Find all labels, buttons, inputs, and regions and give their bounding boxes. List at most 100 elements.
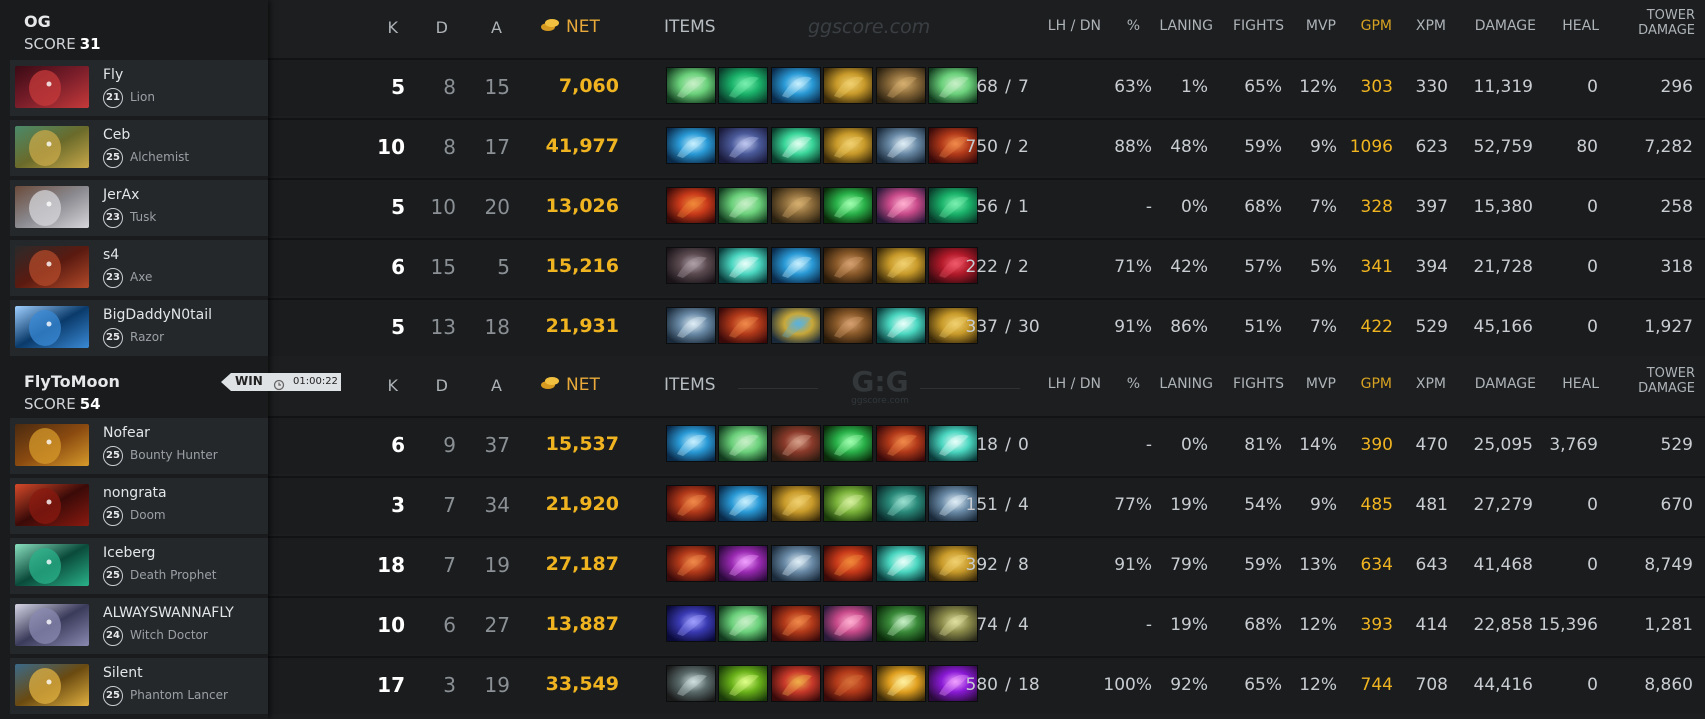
- ring-item-icon[interactable]: [770, 307, 821, 344]
- seed-item-icon[interactable]: [823, 485, 874, 522]
- staff-item-icon[interactable]: [666, 67, 716, 104]
- helm-item-icon[interactable]: [875, 247, 926, 284]
- last-hits: 151: [965, 495, 998, 515]
- spiky-item-icon[interactable]: [666, 247, 716, 284]
- skull-item-icon[interactable]: [666, 307, 716, 344]
- player-card[interactable]: nongrata 25 Doom: [10, 478, 268, 534]
- laning: 92%: [1170, 675, 1208, 695]
- hero-name: Doom: [130, 508, 166, 522]
- orb-red-item-icon[interactable]: [666, 187, 716, 224]
- sphere-item-icon[interactable]: [718, 545, 769, 582]
- blade-item-icon[interactable]: [770, 67, 821, 104]
- player-name[interactable]: BigDaddyN0tail: [103, 307, 212, 323]
- net-worth: 13,026: [545, 195, 619, 217]
- skull-item-icon[interactable]: [770, 545, 821, 582]
- player-name[interactable]: JerAx: [103, 187, 139, 203]
- hero-level-badge: 25: [103, 566, 123, 586]
- col-header-laning: LANING: [1159, 18, 1213, 34]
- player-name[interactable]: Fly: [103, 67, 123, 83]
- player-name[interactable]: ALWAYSWANNAFLY: [103, 605, 234, 621]
- staff-item-icon[interactable]: [718, 605, 769, 642]
- helm-item-icon[interactable]: [823, 67, 874, 104]
- net-worth: 41,977: [545, 135, 619, 157]
- hero-portrait: [15, 424, 89, 466]
- lotus-item-icon[interactable]: [823, 605, 874, 642]
- kills: 18: [377, 553, 405, 577]
- dragon-item-icon[interactable]: [770, 665, 821, 702]
- scepter-item-icon[interactable]: [875, 665, 926, 702]
- boots-green-item-icon[interactable]: [718, 67, 769, 104]
- xpm: 394: [1415, 257, 1448, 277]
- player-card[interactable]: Ceb 25 Alchemist: [10, 120, 268, 176]
- armor-item-icon[interactable]: [875, 485, 926, 522]
- player-card[interactable]: s4 23 Axe: [10, 240, 268, 296]
- slash: /: [1005, 435, 1011, 455]
- blade-item-icon[interactable]: [770, 247, 821, 284]
- staff-item-icon[interactable]: [718, 187, 769, 224]
- cloak-item-icon[interactable]: [666, 605, 716, 642]
- wind-item-icon[interactable]: [718, 247, 769, 284]
- player-card[interactable]: BigDaddyN0tail 25 Razor: [10, 300, 268, 356]
- boots-brown-item-icon[interactable]: [823, 247, 874, 284]
- deaths: 3: [443, 673, 456, 697]
- hero-portrait: [15, 186, 89, 228]
- player-card[interactable]: Nofear 25 Bounty Hunter: [10, 418, 268, 474]
- moon-item-icon[interactable]: [718, 127, 769, 164]
- helm-item-icon[interactable]: [770, 485, 821, 522]
- skull-item-icon[interactable]: [875, 127, 926, 164]
- hero-name: Alchemist: [130, 150, 190, 164]
- orb-green-item-icon[interactable]: [823, 425, 874, 462]
- blade-item-icon[interactable]: [666, 425, 716, 462]
- fights: 65%: [1244, 675, 1282, 695]
- player-card[interactable]: ALWAYSWANNAFLY 24 Witch Doctor: [10, 598, 268, 654]
- claw-item-icon[interactable]: [666, 485, 716, 522]
- beetle-item-icon[interactable]: [823, 665, 874, 702]
- assists: 17: [484, 135, 510, 159]
- shard-item-icon[interactable]: [770, 127, 821, 164]
- boots-brown-item-icon[interactable]: [823, 307, 874, 344]
- orb-red-item-icon[interactable]: [823, 545, 874, 582]
- denies: 30: [1018, 317, 1040, 337]
- player-name[interactable]: nongrata: [103, 485, 167, 501]
- mask-item-icon[interactable]: [770, 425, 821, 462]
- kills: 6: [391, 255, 405, 279]
- wand-item-icon[interactable]: [875, 605, 926, 642]
- scroll-item-icon[interactable]: [875, 67, 926, 104]
- helm-item-icon[interactable]: [823, 127, 874, 164]
- match-result-badge: WIN 01:00:22: [221, 373, 341, 391]
- gpm: 744: [1360, 675, 1393, 695]
- wind-item-icon[interactable]: [875, 307, 926, 344]
- deaths: 8: [443, 135, 456, 159]
- player-card[interactable]: Fly 21 Lion: [10, 60, 268, 116]
- player-name[interactable]: Nofear: [103, 425, 150, 441]
- blade-item-icon[interactable]: [666, 127, 716, 164]
- mvp: 7%: [1310, 317, 1337, 337]
- eye-item-icon[interactable]: [666, 665, 716, 702]
- logo-subtext: ggscore.com: [851, 396, 909, 406]
- leaf-item-icon[interactable]: [718, 665, 769, 702]
- staff-item-icon[interactable]: [718, 425, 769, 462]
- orb-green-item-icon[interactable]: [823, 187, 874, 224]
- scroll-item-icon[interactable]: [770, 187, 821, 224]
- claw-item-icon[interactable]: [770, 605, 821, 642]
- player-name[interactable]: Silent: [103, 665, 143, 681]
- mvp: 12%: [1299, 615, 1337, 635]
- hero-level-badge: 25: [103, 506, 123, 526]
- player-name[interactable]: s4: [103, 247, 119, 263]
- claw-item-icon[interactable]: [875, 425, 926, 462]
- lotus-item-icon[interactable]: [875, 187, 926, 224]
- wind-item-icon[interactable]: [875, 545, 926, 582]
- player-card[interactable]: JerAx 23 Tusk: [10, 180, 268, 236]
- hero-name: Razor: [130, 330, 165, 344]
- tower-label: TOWER: [1646, 366, 1695, 381]
- player-name[interactable]: Ceb: [103, 127, 130, 143]
- player-card[interactable]: Silent 25 Phantom Lancer: [10, 658, 268, 714]
- blade-item-icon[interactable]: [718, 485, 769, 522]
- damage: 22,858: [1473, 615, 1533, 635]
- claw-item-icon[interactable]: [666, 545, 716, 582]
- damage-label: DAMAGE: [1638, 23, 1695, 38]
- player-name[interactable]: Iceberg: [103, 545, 155, 561]
- claw-item-icon[interactable]: [718, 307, 769, 344]
- player-card[interactable]: Iceberg 25 Death Prophet: [10, 538, 268, 594]
- col-header-items: ITEMS: [664, 375, 716, 395]
